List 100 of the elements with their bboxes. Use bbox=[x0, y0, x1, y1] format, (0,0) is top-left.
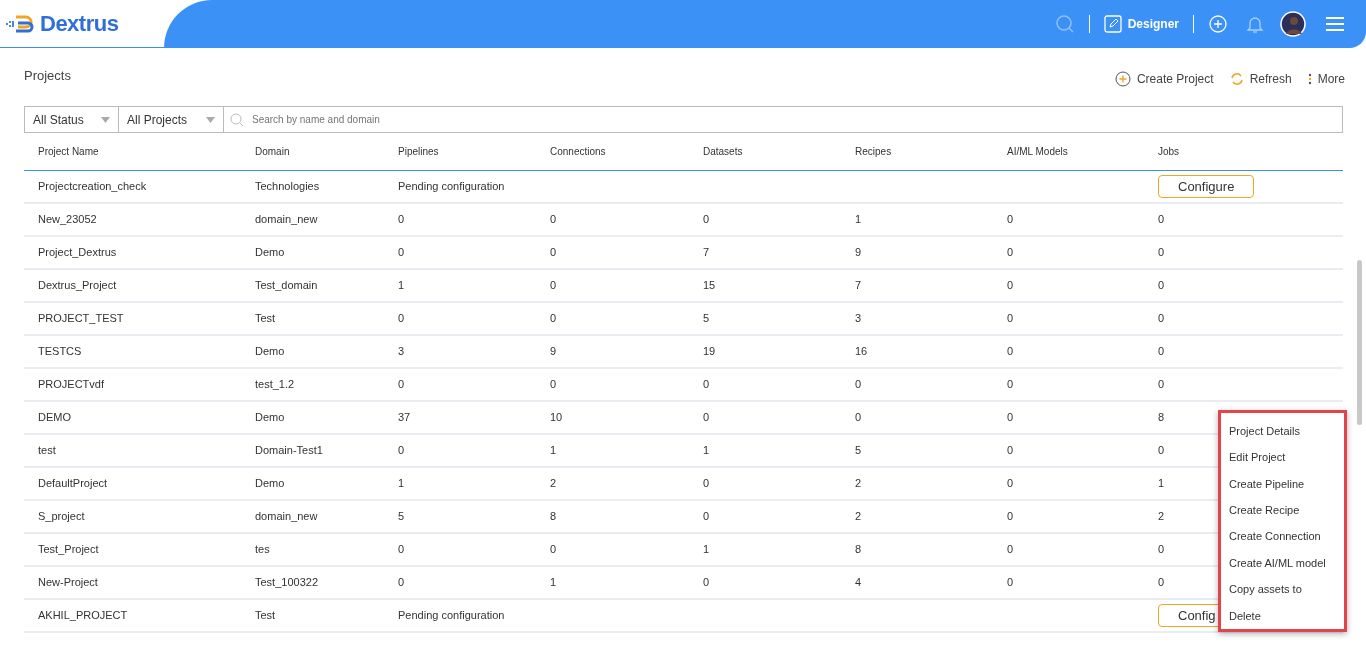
table-cell-text: New_23052 bbox=[38, 212, 97, 228]
add-icon[interactable] bbox=[1208, 14, 1228, 34]
menu-item[interactable]: Create Pipeline bbox=[1229, 470, 1344, 498]
table-cell-text: tes bbox=[255, 542, 270, 558]
table-cell-text: 8 bbox=[550, 509, 557, 525]
table-cell-text: 0 bbox=[398, 377, 405, 393]
menu-item[interactable]: Create Connection bbox=[1229, 523, 1344, 550]
table-cell-text: 16 bbox=[855, 344, 868, 360]
table-cell-text: test_1.2 bbox=[255, 377, 295, 393]
table-cell-text: 0 bbox=[550, 245, 557, 261]
table-cell-text: 0 bbox=[1007, 344, 1014, 360]
table-cell-text: 0 bbox=[703, 377, 710, 393]
table-cell-text: 1 bbox=[855, 212, 862, 228]
table-cell-text: 5 bbox=[703, 311, 710, 327]
table-cell-text: 3 bbox=[398, 344, 405, 360]
column-header: AI/ML Models bbox=[1007, 145, 1068, 159]
menu-item[interactable]: Edit Project bbox=[1229, 444, 1344, 471]
table-cell-text: S_project bbox=[38, 509, 85, 525]
avatar[interactable] bbox=[1280, 11, 1306, 37]
configure-button[interactable]: Configure bbox=[1158, 174, 1254, 199]
table-cell-text: Dextrus_Project bbox=[38, 278, 117, 294]
table-cell-text: 3 bbox=[855, 311, 862, 327]
table-cell-text: 0 bbox=[1158, 278, 1165, 294]
table-cell-text: 0 bbox=[1158, 212, 1165, 228]
scrollbar[interactable] bbox=[1357, 260, 1362, 425]
edit-icon bbox=[1103, 15, 1122, 33]
table-cell-text: Test_100322 bbox=[255, 575, 318, 591]
table-cell-text: 0 bbox=[703, 476, 710, 492]
table-cell-text: TESTCS bbox=[38, 344, 82, 360]
table-cell-text: PROJECT_TEST bbox=[38, 311, 124, 327]
table-cell-text: 0 bbox=[703, 575, 710, 591]
table-cell-text: 0 bbox=[1158, 377, 1165, 393]
table-cell-text: DefaultProject bbox=[38, 476, 108, 492]
table-cell-text: 1 bbox=[703, 542, 710, 558]
table-cell-text: 0 bbox=[855, 410, 862, 426]
table-cell-text: 0 bbox=[1007, 410, 1014, 426]
table-cell-text: 0 bbox=[1158, 344, 1165, 360]
menu-icon[interactable] bbox=[1326, 17, 1344, 31]
table-cell-text: 0 bbox=[1158, 575, 1165, 591]
search-icon[interactable] bbox=[1054, 14, 1075, 34]
menu-item[interactable]: Copy assets to bbox=[1229, 576, 1344, 603]
table-cell-text: 1 bbox=[550, 443, 557, 459]
bell-icon[interactable] bbox=[1246, 14, 1264, 34]
table-cell-text: Domain-Test1 bbox=[255, 443, 323, 459]
table-cell-text: 0 bbox=[550, 278, 557, 294]
menu-item[interactable]: Create Recipe bbox=[1229, 497, 1344, 524]
table-cell-text: 0 bbox=[550, 311, 557, 327]
table-cell-text: 0 bbox=[1158, 542, 1165, 558]
table-cell-text: 10 bbox=[550, 410, 563, 426]
table-cell-text: 0 bbox=[550, 212, 557, 228]
refresh-button[interactable]: Refresh bbox=[1229, 70, 1292, 88]
table-cell-text: Test bbox=[255, 608, 276, 624]
search-field[interactable]: Search by name and domain bbox=[223, 106, 1343, 133]
logo-icon bbox=[6, 13, 36, 34]
table-cell-text: 1 bbox=[703, 443, 710, 459]
table-cell-text: 8 bbox=[855, 542, 862, 558]
table-cell-text: domain_new bbox=[255, 212, 318, 228]
table-cell-text: 9 bbox=[550, 344, 557, 360]
table-cell-text: 2 bbox=[855, 476, 862, 492]
column-header: Recipes bbox=[855, 145, 892, 159]
column-header: Jobs bbox=[1158, 145, 1180, 159]
table-cell-text: 0 bbox=[1007, 509, 1014, 525]
table-cell-text: DEMO bbox=[38, 410, 71, 426]
table-cell-text: 0 bbox=[1007, 212, 1014, 228]
table-cell-text: 19 bbox=[703, 344, 716, 360]
table-cell-text: 2 bbox=[855, 509, 862, 525]
table-cell-text: Test bbox=[255, 311, 276, 327]
menu-item[interactable]: Create AI/ML model bbox=[1229, 549, 1344, 577]
table-cell-text: 7 bbox=[703, 245, 710, 261]
table-cell-text: 0 bbox=[398, 542, 405, 558]
table-cell-text: PROJECTvdf bbox=[38, 377, 104, 393]
table-cell-text: Demo bbox=[255, 476, 285, 492]
table-cell-text: 7 bbox=[855, 278, 862, 294]
refresh-icon bbox=[1229, 72, 1244, 86]
caret-icon bbox=[101, 116, 110, 123]
page-title: Projects bbox=[24, 67, 71, 86]
logo-text: Dextrus bbox=[40, 10, 119, 38]
table-cell-text: domain_new bbox=[255, 509, 318, 525]
table-cell-text: 1 bbox=[398, 278, 405, 294]
table-cell-text: 0 bbox=[398, 575, 405, 591]
status-dropdown[interactable]: All Status bbox=[24, 106, 118, 133]
table-cell-text: 0 bbox=[1007, 443, 1014, 459]
table-cell-text: Test_Project bbox=[38, 542, 99, 558]
table-cell-text: AKHIL_PROJECT bbox=[38, 608, 128, 624]
more-button[interactable]: More bbox=[1307, 70, 1345, 88]
table-cell-text: test bbox=[38, 443, 56, 459]
projects-dropdown[interactable]: All Projects bbox=[118, 106, 223, 133]
table-cell-text: Project_Dextrus bbox=[38, 245, 117, 261]
menu-item[interactable]: Project Details bbox=[1229, 418, 1344, 445]
table-cell-text: 15 bbox=[703, 278, 716, 294]
table-cell-text: Demo bbox=[255, 344, 285, 360]
table-cell-text: 4 bbox=[855, 575, 862, 591]
create-project-button[interactable]: Create Project bbox=[1114, 70, 1214, 88]
table-cell-text: Demo bbox=[255, 245, 285, 261]
table-cell-text: 0 bbox=[398, 212, 405, 228]
table-cell-text: 2 bbox=[1158, 509, 1165, 525]
table-cell-text: 0 bbox=[1007, 377, 1014, 393]
table-cell-text: 0 bbox=[855, 377, 862, 393]
caret-icon bbox=[206, 116, 215, 123]
table-cell-text: 5 bbox=[855, 443, 862, 459]
